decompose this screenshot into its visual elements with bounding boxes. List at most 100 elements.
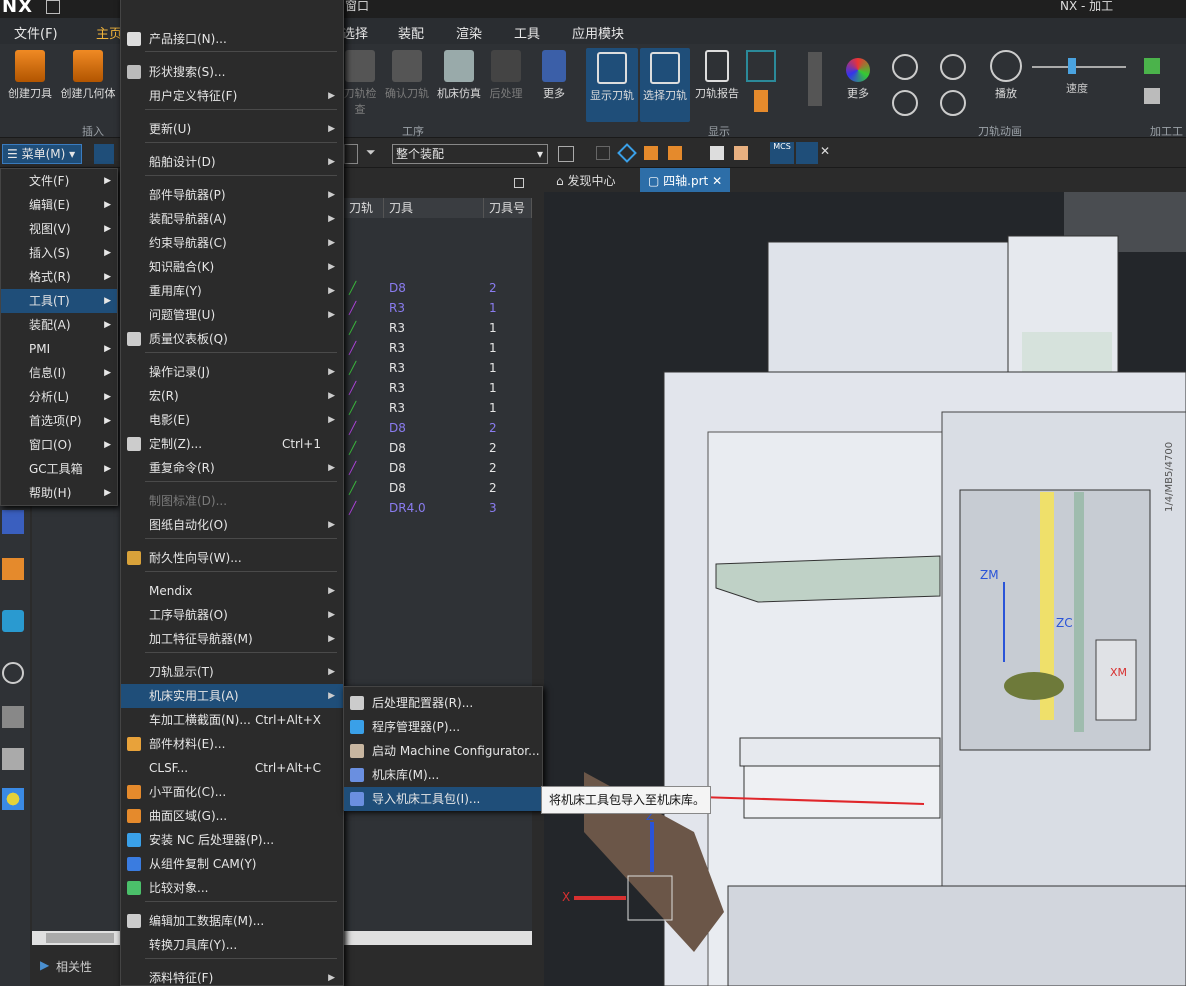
verify-toolpath-button[interactable]: 确认刀轨 <box>382 50 432 101</box>
tools-menu-item[interactable]: 更新(U) ▶ <box>121 117 343 141</box>
tools-menu-item[interactable]: 从组件复制 CAM(Y) <box>121 852 343 876</box>
tools-menu-item[interactable]: Mendix ▶ <box>121 579 343 603</box>
tools-menu-item[interactable]: 知识融合(K) ▶ <box>121 255 343 279</box>
snap-point-icon[interactable] <box>596 146 610 160</box>
tools-menu-item[interactable]: 机床实用工具(A) ▶ <box>121 684 343 708</box>
snap-icon[interactable] <box>558 146 574 162</box>
filter-icon[interactable]: ⏷ <box>366 145 386 163</box>
tools-menu-item[interactable]: 产品接口(N)... <box>121 27 343 51</box>
tools-menu-item[interactable]: 约束导航器(C) ▶ <box>121 231 343 255</box>
tools-menu-item[interactable]: 比较对象... <box>121 876 343 900</box>
tools-menu-item[interactable]: 质量仪表板(Q) <box>121 327 343 351</box>
selection-filter-icon[interactable] <box>94 144 114 164</box>
create-geometry-button[interactable]: 创建几何体 <box>58 50 118 101</box>
main-menu-item[interactable]: GC工具箱 ▶ <box>1 457 117 481</box>
hide-icon[interactable]: ✕ <box>820 144 838 162</box>
tools-menu-item[interactable]: 定制(Z)... Ctrl+1 <box>121 432 343 456</box>
main-menu-item[interactable]: 视图(V) ▶ <box>1 217 117 241</box>
main-menu-item[interactable]: 窗口(O) ▶ <box>1 433 117 457</box>
graphics-window[interactable]: ZM ZC XM X Z 1/4/MB5/4700 <box>539 192 1186 986</box>
history-icon[interactable] <box>2 662 24 684</box>
play-button[interactable]: 播放 <box>986 50 1026 101</box>
speed-slider-track[interactable] <box>1032 66 1126 68</box>
submenu-item[interactable]: 启动 Machine Configurator... <box>344 739 542 763</box>
reuse-library-icon[interactable] <box>2 748 24 770</box>
tab-assembly[interactable]: 装配 <box>398 23 424 42</box>
operation-navigator-icon[interactable] <box>2 510 24 534</box>
tab-home[interactable]: 主页 <box>96 23 122 42</box>
main-menu-item[interactable]: 装配(A) ▶ <box>1 313 117 337</box>
save-icon[interactable] <box>46 0 60 14</box>
tools-menu-item[interactable]: 转换刀具库(Y)... <box>121 933 343 957</box>
operation-more-button[interactable]: 更多 <box>534 50 574 101</box>
main-menu-item[interactable]: 格式(R) ▶ <box>1 265 117 289</box>
tools-menu-item[interactable]: CLSF... Ctrl+Alt+C <box>121 756 343 780</box>
first-frame-icon[interactable] <box>892 90 918 116</box>
scrollbar-thumb[interactable] <box>46 933 114 943</box>
tab-render[interactable]: 渲染 <box>456 23 482 42</box>
tools-menu-item[interactable]: 重复命令(R) ▶ <box>121 456 343 480</box>
eye-icon[interactable] <box>796 142 818 164</box>
main-menu-item[interactable]: 插入(S) ▶ <box>1 241 117 265</box>
scope-dropdown[interactable]: 整个装配 ▾ <box>392 144 548 164</box>
tools-menu-item[interactable]: 小平面化(C)... <box>121 780 343 804</box>
main-menu-item[interactable]: PMI ▶ <box>1 337 117 361</box>
component-icon[interactable] <box>668 146 682 160</box>
tools-menu-item[interactable]: 操作记录(J) ▶ <box>121 360 343 384</box>
previous-icon[interactable] <box>892 54 918 80</box>
submenu-item[interactable]: 导入机床工具包(I)... <box>344 787 542 811</box>
tools-menu-item[interactable]: 用户定义特征(F) ▶ <box>121 84 343 108</box>
machining-check-icon[interactable] <box>1144 58 1160 74</box>
menu-button[interactable]: ☰ 菜单(M) ▾ <box>2 144 82 164</box>
body-icon[interactable] <box>644 146 658 160</box>
close-icon[interactable]: ✕ <box>712 174 722 188</box>
main-menu-item[interactable]: 文件(F) ▶ <box>1 169 117 193</box>
tool-display-icon[interactable] <box>754 90 768 112</box>
tab-app-modules[interactable]: 应用模块 <box>572 23 624 42</box>
main-menu-item[interactable]: 编辑(E) ▶ <box>1 193 117 217</box>
tools-menu-item[interactable]: 耐久性向导(W)... <box>121 546 343 570</box>
submenu-item[interactable]: 程序管理器(P)... <box>344 715 542 739</box>
column-toolpath[interactable]: 刀轨 <box>344 198 384 218</box>
web-browser-icon[interactable] <box>2 610 24 632</box>
toolpath-report-button[interactable]: 刀轨报告 <box>692 50 742 101</box>
machine-navigator-icon[interactable] <box>2 558 24 580</box>
face-icon[interactable] <box>617 143 637 163</box>
last-frame-icon[interactable] <box>940 90 966 116</box>
tools-menu-item[interactable]: 车加工横截面(N)... Ctrl+Alt+X <box>121 708 343 732</box>
box-icon[interactable] <box>710 146 724 160</box>
machining-copy-icon[interactable] <box>1144 88 1160 104</box>
tools-menu-item[interactable]: 问题管理(U) ▶ <box>121 303 343 327</box>
tools-icon[interactable] <box>2 706 24 728</box>
type-filter-dropdown[interactable] <box>344 144 358 164</box>
main-menu-item[interactable]: 工具(T) ▶ <box>1 289 117 313</box>
window-menu[interactable]: 窗口 <box>345 0 369 14</box>
column-tool[interactable]: 刀具 <box>384 198 484 218</box>
submenu-item[interactable]: 后处理配置器(R)... <box>344 691 542 715</box>
tab-tools[interactable]: 工具 <box>514 23 540 42</box>
tools-menu-item[interactable]: 安装 NC 后处理器(P)... <box>121 828 343 852</box>
main-menu-item[interactable]: 首选项(P) ▶ <box>1 409 117 433</box>
tools-menu-item[interactable]: 船舶设计(D) ▶ <box>121 150 343 174</box>
display-more-button[interactable]: 更多 <box>838 50 878 101</box>
main-menu-item[interactable]: 信息(I) ▶ <box>1 361 117 385</box>
tools-menu-item[interactable]: 加工特征导航器(M) ▶ <box>121 627 343 651</box>
create-tool-button[interactable]: 创建刀具 <box>4 50 56 101</box>
main-menu-item[interactable]: 分析(L) ▶ <box>1 385 117 409</box>
arrows-icon[interactable] <box>808 52 822 106</box>
tools-menu-item[interactable]: 重用库(Y) ▶ <box>121 279 343 303</box>
tools-menu-item[interactable]: 部件导航器(P) ▶ <box>121 183 343 207</box>
tab-discovery-center[interactable]: ⌂ 发现中心 <box>548 168 623 192</box>
pause-icon[interactable] <box>940 54 966 80</box>
select-toolpath-button[interactable]: 选择刀轨 <box>640 48 690 122</box>
tools-menu-item[interactable]: 编辑加工数据库(M)... <box>121 909 343 933</box>
machine-simulation-button[interactable]: 机床仿真 <box>434 50 484 101</box>
display-option-icon[interactable] <box>746 50 776 82</box>
mcs-toggle[interactable]: MCS <box>770 142 794 164</box>
tools-menu-item[interactable]: 刀轨显示(T) ▶ <box>121 660 343 684</box>
tools-menu-item[interactable]: 图纸自动化(O) ▶ <box>121 513 343 537</box>
tools-menu-item[interactable]: 装配导航器(A) ▶ <box>121 207 343 231</box>
speed-slider-thumb[interactable] <box>1068 58 1076 74</box>
tools-menu-item[interactable]: 曲面区域(G)... <box>121 804 343 828</box>
column-tool-number[interactable]: 刀具号 <box>484 198 532 218</box>
